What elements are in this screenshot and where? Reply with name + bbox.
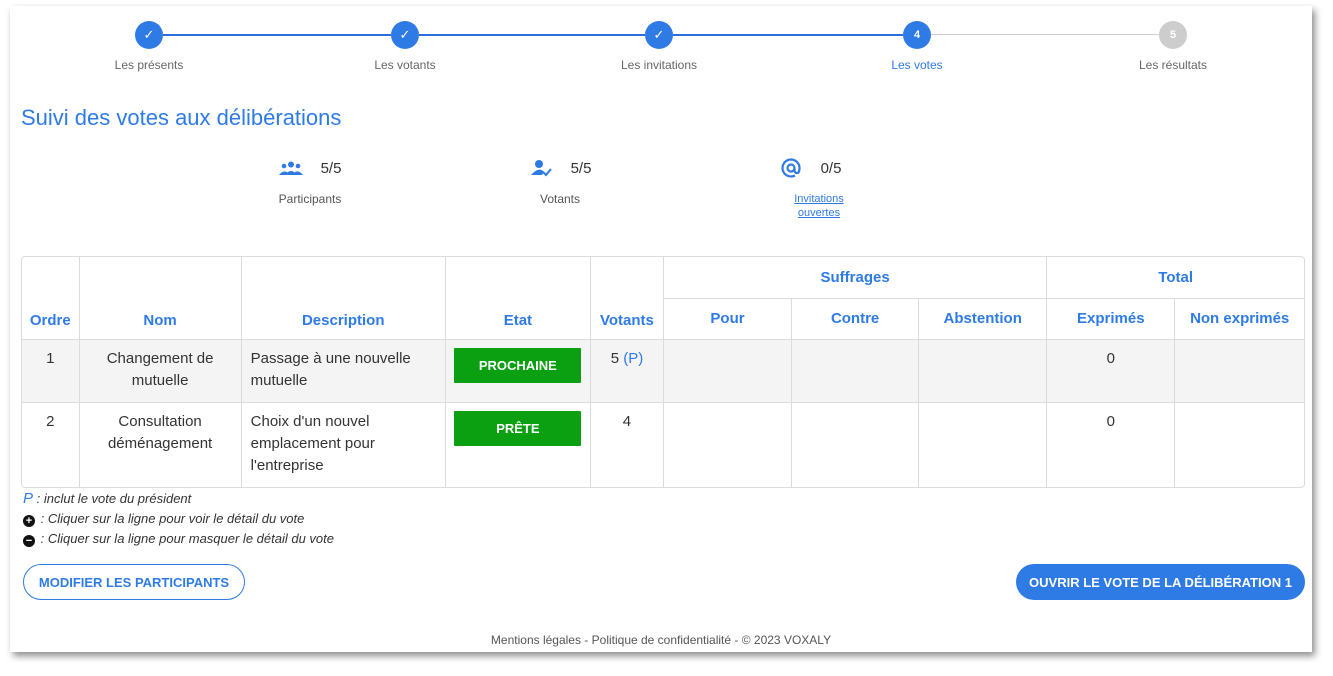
cell-votants: 5 (P) bbox=[590, 339, 664, 403]
deliberations-table: Ordre Nom Description Etat Votants Suffr… bbox=[21, 256, 1305, 488]
cell-nom: Consultation déménagement bbox=[79, 402, 242, 487]
group-header-total: Total bbox=[1046, 257, 1304, 299]
modify-participants-button[interactable]: MODIFIER LES PARTICIPANTS bbox=[23, 564, 245, 600]
votants-label: Votants bbox=[539, 192, 581, 206]
stat-participants: 5/5 Participants bbox=[240, 158, 380, 206]
legend-collapse-text: : Cliquer sur la ligne pour masquer le d… bbox=[37, 531, 334, 546]
col-header-pour: Pour bbox=[663, 298, 793, 340]
president-mark: P bbox=[23, 490, 34, 507]
stepper-line bbox=[419, 34, 645, 36]
step-label-resultats: Les résultats bbox=[1138, 58, 1208, 72]
status-badge: PRÊTE bbox=[454, 410, 582, 446]
cell-pour bbox=[663, 339, 793, 403]
step-1-check-icon[interactable]: ✓ bbox=[135, 21, 163, 49]
votants-value: 4 bbox=[622, 412, 632, 430]
group-header-suffrages: Suffrages bbox=[663, 257, 1048, 299]
legend-collapse: − : Cliquer sur la ligne pour masquer le… bbox=[23, 531, 334, 547]
cell-non-exprimes bbox=[1174, 339, 1304, 403]
col-header-exprimes: Exprimés bbox=[1046, 298, 1176, 340]
cell-exprimes: 0 bbox=[1046, 402, 1176, 487]
invitations-link[interactable]: Invitations ouvertes bbox=[789, 192, 849, 220]
participants-label: Participants bbox=[278, 192, 342, 206]
invitations-count: 0/5 bbox=[820, 159, 842, 177]
president-flag: (P) bbox=[623, 349, 644, 367]
cell-etat: PRÊTE bbox=[445, 402, 591, 487]
cell-abstention bbox=[918, 402, 1048, 487]
step-2-check-icon[interactable]: ✓ bbox=[391, 21, 419, 49]
plus-circle-icon: + bbox=[23, 515, 35, 527]
step-label-invitations[interactable]: Les invitations bbox=[579, 58, 739, 72]
at-icon bbox=[779, 158, 803, 178]
cell-votants: 4 bbox=[590, 402, 664, 487]
open-vote-button[interactable]: OUVRIR LE VOTE DE LA DÉLIBÉRATION 1 bbox=[1016, 564, 1305, 600]
col-header-description: Description bbox=[241, 257, 446, 340]
participants-count: 5/5 bbox=[320, 159, 342, 177]
cell-description: Choix d'un nouvel emplacement pour l'ent… bbox=[241, 402, 446, 487]
minus-circle-icon: − bbox=[23, 535, 35, 547]
col-header-etat: Etat bbox=[445, 257, 591, 340]
step-3-check-icon[interactable]: ✓ bbox=[645, 21, 673, 49]
cell-etat: PROCHAINE bbox=[445, 339, 591, 403]
progress-stepper: ✓ ✓ ✓ 4 5 Les présents Les votants Les i… bbox=[10, 14, 1312, 74]
votants-value: 5 bbox=[610, 349, 620, 367]
cell-exprimes: 0 bbox=[1046, 339, 1176, 403]
group-icon bbox=[278, 158, 303, 178]
votants-count: 5/5 bbox=[570, 159, 592, 177]
status-badge: PROCHAINE bbox=[454, 347, 582, 383]
stepper-line bbox=[673, 34, 903, 36]
table-row[interactable]: 2 Consultation déménagement Choix d'un n… bbox=[22, 402, 1304, 487]
cell-abstention bbox=[918, 339, 1048, 403]
step-label-presents[interactable]: Les présents bbox=[69, 58, 229, 72]
step-5-number: 5 bbox=[1159, 21, 1187, 49]
col-header-abstention: Abstention bbox=[918, 298, 1048, 340]
person-check-icon bbox=[529, 158, 553, 178]
stat-votants: 5/5 Votants bbox=[490, 158, 630, 206]
cell-contre bbox=[791, 402, 920, 487]
legend-president: P : inclut le vote du président bbox=[23, 490, 191, 507]
table-row[interactable]: 1 Changement de mutuelle Passage à une n… bbox=[22, 339, 1304, 403]
col-header-votants: Votants bbox=[590, 257, 664, 340]
page-title: Suivi des votes aux délibérations bbox=[21, 105, 342, 130]
main-panel: ✓ ✓ ✓ 4 5 Les présents Les votants Les i… bbox=[10, 6, 1312, 652]
cell-pour bbox=[663, 402, 793, 487]
stepper-line bbox=[163, 34, 391, 36]
cell-contre bbox=[791, 339, 920, 403]
stepper-line bbox=[931, 34, 1159, 35]
legend-expand-text: : Cliquer sur la ligne pour voir le déta… bbox=[37, 511, 305, 526]
legend-president-text: : inclut le vote du président bbox=[33, 491, 192, 506]
cell-description: Passage à une nouvelle mutuelle bbox=[241, 339, 446, 403]
step-label-votes[interactable]: Les votes bbox=[837, 58, 997, 72]
col-header-contre: Contre bbox=[791, 298, 920, 340]
col-header-ordre: Ordre bbox=[22, 257, 80, 340]
cell-non-exprimes bbox=[1174, 402, 1304, 487]
step-4-number[interactable]: 4 bbox=[903, 21, 931, 49]
col-header-non-exprimes: Non exprimés bbox=[1174, 298, 1304, 340]
col-header-nom: Nom bbox=[79, 257, 242, 340]
step-label-votants[interactable]: Les votants bbox=[325, 58, 485, 72]
cell-nom: Changement de mutuelle bbox=[79, 339, 242, 403]
stat-invitations: 0/5 Invitations ouvertes bbox=[740, 158, 880, 220]
cell-ordre: 1 bbox=[22, 339, 80, 403]
footer[interactable]: Mentions légales - Politique de confiden… bbox=[10, 633, 1312, 647]
legend-expand: + : Cliquer sur la ligne pour voir le dé… bbox=[23, 511, 304, 527]
cell-ordre: 2 bbox=[22, 402, 80, 487]
